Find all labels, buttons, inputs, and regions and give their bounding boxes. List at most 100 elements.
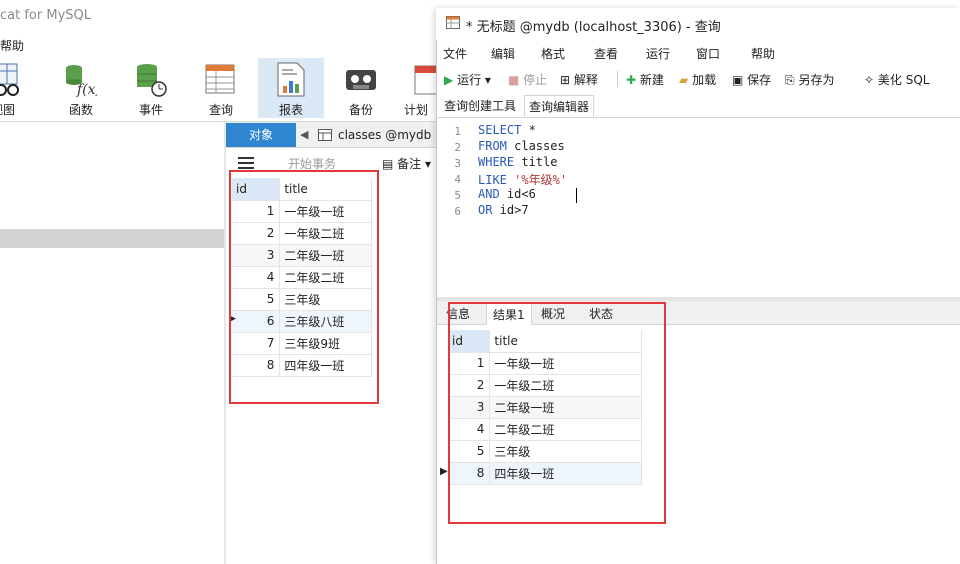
table-row[interactable]: 7 三年级9班 bbox=[232, 332, 372, 355]
classes-data-grid[interactable]: id title 1 一年级一班 2 一年级二班 3 二年级一班 4 二年级二班 5 三年… bbox=[232, 178, 372, 377]
play-icon: ▶ bbox=[444, 73, 454, 87]
table-row[interactable]: 5 三年级 bbox=[448, 440, 642, 463]
table-row[interactable]: 1 一年级一班 bbox=[448, 352, 642, 375]
table-row[interactable]: 2 一年级二班 bbox=[448, 374, 642, 397]
cell-id[interactable]: 5 bbox=[448, 440, 491, 463]
table-row[interactable]: 4 二年级二班 bbox=[232, 266, 372, 289]
panel-splitter[interactable] bbox=[224, 122, 226, 564]
toolbar-schedule-button[interactable]: 计划 bbox=[398, 58, 440, 118]
beautify-sql-button[interactable]: ✧ 美化 SQL bbox=[864, 71, 929, 88]
grid-header-row: id title bbox=[448, 330, 642, 353]
menu-format[interactable]: 格式 bbox=[541, 45, 565, 62]
cell-id[interactable]: 2 bbox=[232, 222, 281, 245]
cell-id[interactable]: 8 bbox=[448, 462, 491, 485]
cell-title[interactable]: 二年级二班 bbox=[489, 418, 642, 441]
toolbar-report-button[interactable]: 报表 bbox=[258, 58, 324, 118]
column-header-title[interactable]: title bbox=[489, 330, 642, 353]
cell-title[interactable]: 一年级一班 bbox=[279, 200, 372, 223]
main-menu-help[interactable]: 帮助 bbox=[0, 34, 440, 56]
toolbar-backup-button[interactable]: 备份 bbox=[328, 58, 394, 118]
table-row[interactable]: 5 三年级 bbox=[232, 288, 372, 311]
tab-profile[interactable]: 概况 bbox=[535, 303, 571, 325]
toolbar-event-button[interactable]: 事件 bbox=[118, 58, 184, 118]
begin-transaction-button[interactable]: 开始事务 bbox=[288, 155, 336, 172]
column-header-id[interactable]: id bbox=[232, 178, 281, 201]
toolbar-view-button[interactable]: 视图 bbox=[0, 58, 36, 118]
tab-classes-table[interactable]: classes @mydb ( bbox=[298, 123, 440, 147]
cell-id[interactable]: 3 bbox=[232, 244, 281, 267]
tab-status[interactable]: 状态 bbox=[583, 303, 619, 325]
cell-id[interactable]: 4 bbox=[232, 266, 281, 289]
cell-id[interactable]: 6 bbox=[232, 310, 281, 333]
cell-title[interactable]: 三年级 bbox=[489, 440, 642, 463]
code-line[interactable]: LIKE '%年级%' bbox=[478, 171, 567, 188]
table-row[interactable]: 4 二年级二班 bbox=[448, 418, 642, 441]
cell-title[interactable]: 二年级一班 bbox=[489, 396, 642, 419]
query-result-grid[interactable]: id title 1 一年级一班 2 一年级二班 3 二年级一班 4 二年级二班 5 三年… bbox=[448, 330, 642, 485]
cell-id[interactable]: 3 bbox=[448, 396, 491, 419]
save-button[interactable]: ▣ 保存 bbox=[732, 71, 771, 88]
new-button[interactable]: ✚ 新建 bbox=[626, 71, 664, 88]
cell-title[interactable]: 三年级 bbox=[279, 288, 372, 311]
cell-id[interactable]: 1 bbox=[232, 200, 281, 223]
tree-selected-row[interactable] bbox=[0, 229, 224, 248]
cell-id[interactable]: 7 bbox=[232, 332, 281, 355]
tab-result-1[interactable]: 结果1 bbox=[486, 303, 532, 325]
table-row[interactable]: 8 四年级一班 bbox=[232, 354, 372, 377]
cell-id[interactable]: 4 bbox=[448, 418, 491, 441]
cell-title[interactable]: 三年级9班 bbox=[279, 332, 372, 355]
tab-query-editor[interactable]: 查询编辑器 bbox=[524, 95, 595, 117]
line-number: 4 bbox=[454, 173, 461, 186]
table-row-selected[interactable]: 6 三年级八班 bbox=[232, 310, 372, 333]
column-header-title[interactable]: title bbox=[279, 178, 372, 201]
table-row[interactable]: 2 一年级二班 bbox=[232, 222, 372, 245]
code-line[interactable]: OR id>7 bbox=[478, 203, 529, 217]
load-button[interactable]: ▰ 加载 bbox=[679, 71, 716, 88]
menu-run[interactable]: 运行 bbox=[646, 45, 670, 62]
cell-title[interactable]: 二年级二班 bbox=[279, 266, 372, 289]
menu-view[interactable]: 查看 bbox=[594, 45, 618, 62]
cell-id[interactable]: 8 bbox=[232, 354, 281, 377]
menu-file[interactable]: 文件 bbox=[443, 45, 467, 62]
tab-message[interactable]: 信息 bbox=[440, 303, 476, 325]
save-as-button[interactable]: ⎘ 另存为 bbox=[785, 71, 834, 88]
sql-keyword: OR bbox=[478, 203, 493, 217]
tab-query-builder[interactable]: 查询创建工具 bbox=[440, 95, 520, 117]
toolbar-backup-label: 备份 bbox=[348, 103, 373, 117]
menu-help[interactable]: 帮助 bbox=[751, 45, 775, 62]
cell-id[interactable]: 2 bbox=[448, 374, 491, 397]
menu-edit[interactable]: 编辑 bbox=[491, 45, 515, 62]
toolbar-schedule-label: 计划 bbox=[404, 103, 429, 117]
table-row[interactable]: 3 二年级一班 bbox=[448, 396, 642, 419]
hamburger-menu-icon[interactable] bbox=[238, 157, 254, 169]
column-header-id[interactable]: id bbox=[448, 330, 491, 353]
code-line[interactable]: WHERE title bbox=[478, 155, 557, 169]
cell-id[interactable]: 1 bbox=[448, 352, 491, 375]
code-line[interactable]: SELECT * bbox=[478, 123, 536, 137]
sql-keyword: AND bbox=[478, 187, 500, 201]
toolbar-function-button[interactable]: f(x) 函数 bbox=[48, 58, 114, 118]
tab-objects[interactable]: 对象 bbox=[226, 123, 296, 147]
connection-tree-panel[interactable] bbox=[0, 122, 224, 564]
cell-title[interactable]: 二年级一班 bbox=[279, 244, 372, 267]
cell-title[interactable]: 四年级一班 bbox=[279, 354, 372, 377]
cell-title[interactable]: 一年级二班 bbox=[489, 374, 642, 397]
table-row[interactable]: 3 二年级一班 bbox=[232, 244, 372, 267]
menu-window[interactable]: 窗口 bbox=[696, 45, 720, 62]
cell-title[interactable]: 一年级一班 bbox=[489, 352, 642, 375]
load-label: 加载 bbox=[692, 73, 717, 87]
cell-title[interactable]: 三年级八班 bbox=[279, 310, 372, 333]
main-window-title: cat for MySQL bbox=[0, 0, 440, 32]
code-line[interactable]: FROM classes bbox=[478, 139, 565, 153]
explain-button[interactable]: ⊞ 解释 bbox=[560, 71, 598, 88]
cell-title[interactable]: 一年级二班 bbox=[279, 222, 372, 245]
code-line[interactable]: AND id<6 bbox=[478, 187, 536, 201]
note-button[interactable]: ▤ 备注 ▾ bbox=[382, 155, 431, 172]
cell-title[interactable]: 四年级一班 bbox=[489, 462, 642, 485]
table-row[interactable]: 1 一年级一班 bbox=[232, 200, 372, 223]
toolbar-query-button[interactable]: 查询 bbox=[188, 58, 254, 118]
table-row-selected[interactable]: 8 四年级一班 bbox=[448, 462, 642, 485]
cell-id[interactable]: 5 bbox=[232, 288, 281, 311]
run-button[interactable]: ▶ 运行 ▾ bbox=[444, 71, 491, 88]
stop-button[interactable]: ■ 停止 bbox=[508, 71, 547, 88]
